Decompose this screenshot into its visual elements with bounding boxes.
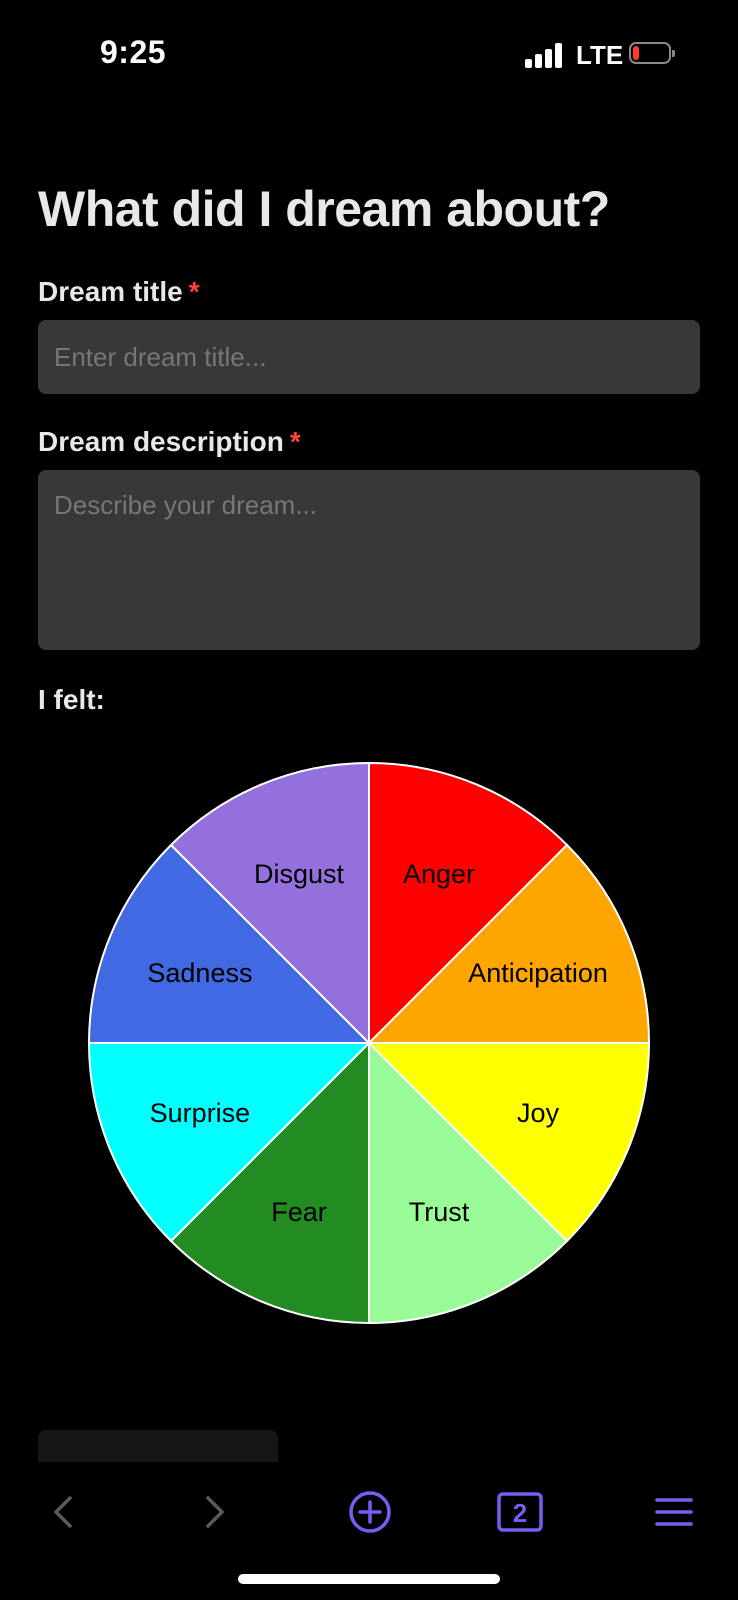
tab-count: 2 bbox=[513, 1498, 527, 1528]
emotion-label-anticipation: Anticipation bbox=[468, 958, 608, 988]
required-marker: * bbox=[188, 276, 200, 307]
back-icon bbox=[54, 1496, 72, 1528]
emotion-label-joy: Joy bbox=[517, 1098, 560, 1128]
status-bar: 9:25 LTE bbox=[0, 0, 738, 110]
feelings-label: I felt: bbox=[38, 684, 105, 715]
battery-icon bbox=[629, 42, 675, 64]
required-marker: * bbox=[289, 426, 301, 457]
forward-button[interactable] bbox=[184, 1482, 244, 1542]
emotion-label-surprise: Surprise bbox=[150, 1098, 251, 1128]
dream-description-label: Dream description * bbox=[38, 426, 301, 458]
home-indicator bbox=[238, 1574, 500, 1584]
back-button[interactable] bbox=[34, 1482, 94, 1542]
emotion-wheel: Anger Anticipation Joy Trust Fear Surprise Sad… bbox=[87, 761, 651, 1325]
dream-description-label-text: Dream description bbox=[38, 426, 284, 457]
tabs-button[interactable]: 2 bbox=[490, 1482, 550, 1542]
dream-title-input[interactable] bbox=[38, 320, 700, 394]
menu-icon bbox=[655, 1498, 693, 1526]
dream-description-input[interactable] bbox=[38, 470, 700, 650]
page-title: What did I dream about? bbox=[38, 181, 610, 237]
emotion-label-fear: Fear bbox=[271, 1197, 327, 1227]
dream-title-label: Dream title * bbox=[38, 276, 200, 308]
battery-level-low bbox=[633, 46, 639, 60]
new-tab-button[interactable] bbox=[340, 1482, 400, 1542]
new-tab-icon bbox=[349, 1491, 391, 1533]
status-time: 9:25 bbox=[100, 34, 167, 70]
tabs-icon: 2 bbox=[497, 1492, 543, 1532]
emotion-label-anger: Anger bbox=[403, 859, 475, 889]
emotion-label-trust: Trust bbox=[409, 1197, 470, 1227]
emotion-label-disgust: Disgust bbox=[254, 859, 345, 889]
cellular-signal-icon bbox=[525, 42, 565, 68]
network-type: LTE bbox=[576, 40, 624, 70]
menu-button[interactable] bbox=[644, 1482, 704, 1542]
forward-icon bbox=[206, 1496, 224, 1528]
dream-title-label-text: Dream title bbox=[38, 276, 183, 307]
emotion-label-sadness: Sadness bbox=[147, 958, 252, 988]
